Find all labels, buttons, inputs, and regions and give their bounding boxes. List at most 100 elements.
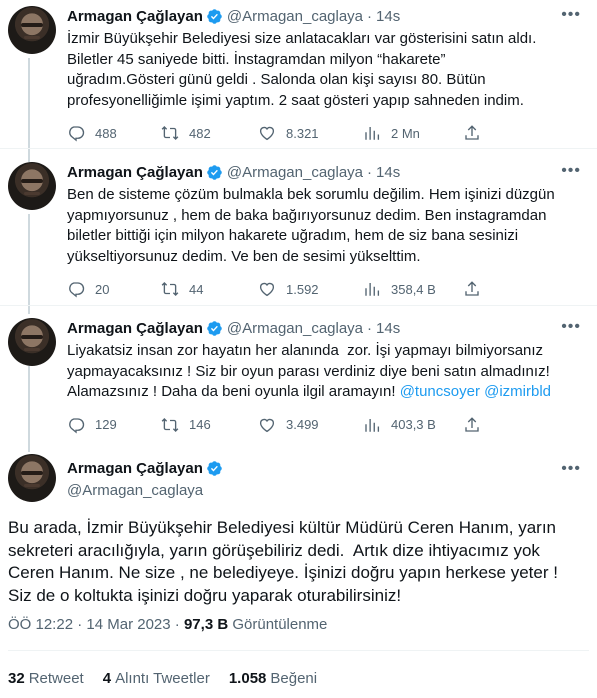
more-options-icon[interactable]: ••• <box>561 6 581 24</box>
separator-dot: · <box>367 7 373 25</box>
divider <box>0 148 597 149</box>
likes-count: 1.058 <box>228 670 267 687</box>
like-button[interactable]: 1.592 <box>258 280 363 298</box>
avatar[interactable] <box>8 454 56 502</box>
retweets-stat[interactable]: 32 Retweet <box>8 670 84 687</box>
reply-button[interactable]: 488 <box>67 124 161 142</box>
quotes-label: Alıntı Tweetler <box>115 670 210 687</box>
reply-button[interactable]: 129 <box>67 416 161 434</box>
analytics-icon <box>365 418 380 432</box>
author-handle[interactable]: @Armagan_caglaya <box>67 482 227 499</box>
reply-count: 129 <box>95 417 117 432</box>
verified-badge-icon <box>207 460 222 476</box>
tweet-text: İzmir Büyükşehir Belediyesi size anlatac… <box>67 30 537 109</box>
retweets-count: 32 <box>8 670 25 687</box>
reply-icon <box>69 417 85 434</box>
separator-dot: · <box>367 163 373 181</box>
quotes-stat[interactable]: 4 Alıntı Tweetler <box>103 670 210 687</box>
reply-icon <box>69 126 85 142</box>
mention-link[interactable]: @tuncsoyer <box>400 383 480 400</box>
more-options-icon[interactable]: ••• <box>561 162 581 180</box>
tweet[interactable]: Armagan Çağlayan @Armagan_caglaya · 14s … <box>0 318 597 437</box>
tweet[interactable]: Armagan Çağlayan @Armagan_caglaya · 14s … <box>0 162 597 301</box>
retweet-count: 146 <box>189 417 211 432</box>
avatar[interactable] <box>8 162 56 210</box>
avatar[interactable] <box>8 6 56 54</box>
likes-label: Beğeni <box>270 670 318 687</box>
share-icon <box>465 281 479 296</box>
tweet-text: Liyakatsiz insan zor hayatın her alanınd… <box>67 341 585 403</box>
separator-dot: · <box>77 616 83 633</box>
engagement-stats: 32 Retweet 4 Alıntı Tweetler 1.058 Beğeni <box>8 670 336 687</box>
tweet-thread: Armagan Çağlayan @Armagan_caglaya · 14s … <box>0 0 597 698</box>
author-name[interactable]: Armagan Çağlayan <box>67 164 203 181</box>
avatar[interactable] <box>8 318 56 366</box>
heart-icon <box>259 418 275 432</box>
tweet-time[interactable]: 14s <box>376 8 400 25</box>
author-name[interactable]: Armagan Çağlayan <box>67 320 203 337</box>
reply-count: 488 <box>95 125 117 141</box>
verified-badge-icon <box>207 320 222 336</box>
views-button[interactable]: 2 Mn <box>363 124 463 142</box>
heart-icon <box>259 282 275 297</box>
share-button[interactable] <box>463 416 491 434</box>
quotes-count: 4 <box>102 670 112 687</box>
share-icon <box>465 416 479 432</box>
like-count: 8.321 <box>286 125 319 141</box>
retweet-icon <box>161 417 179 432</box>
retweet-count: 44 <box>189 281 204 297</box>
author-name[interactable]: Armagan Çağlayan <box>67 8 203 25</box>
tweet-text: Ben de sisteme çözüm bulmakla bek soruml… <box>67 186 555 265</box>
share-icon <box>465 125 479 140</box>
heart-icon <box>259 126 275 141</box>
like-count: 3.499 <box>286 417 319 432</box>
likes-stat[interactable]: 1.058 Beğeni <box>229 670 317 687</box>
retweet-button[interactable]: 44 <box>161 280 258 298</box>
verified-badge-icon <box>207 8 222 24</box>
share-button[interactable] <box>463 280 491 298</box>
tweet-time[interactable]: 14s <box>376 164 400 181</box>
view-count: 403,3 B <box>391 417 436 432</box>
more-options-icon[interactable]: ••• <box>561 460 581 478</box>
like-button[interactable]: 3.499 <box>258 416 363 434</box>
views-button[interactable]: 403,3 B <box>363 416 463 434</box>
author-name[interactable]: Armagan Çağlayan <box>67 460 203 477</box>
verified-badge-icon <box>207 164 222 180</box>
retweet-count: 482 <box>189 125 211 141</box>
views-button[interactable]: 358,4 B <box>363 280 463 298</box>
tweet-header: Armagan Çağlayan @Armagan_caglaya · 14s <box>67 318 585 338</box>
retweet-icon <box>161 282 179 296</box>
mention-link[interactable]: @izmirbld <box>484 383 551 400</box>
views-label: Görüntülenme <box>232 616 328 633</box>
reply-icon <box>69 282 85 298</box>
tweet-date[interactable]: 14 Mar 2023 <box>86 616 170 633</box>
main-tweet-header: Armagan Çağlayan @Armagan_caglaya <box>67 458 227 499</box>
tweet-time[interactable]: ÖÖ 12:22 <box>8 616 73 633</box>
author-handle[interactable]: @Armagan_caglaya <box>227 320 363 337</box>
tweet[interactable]: Armagan Çağlayan @Armagan_caglaya · 14s … <box>0 6 597 145</box>
analytics-icon <box>365 127 380 140</box>
reply-button[interactable]: 20 <box>67 280 161 298</box>
tweet-actions: 488 482 8.321 2 Mn <box>67 121 585 145</box>
retweet-button[interactable]: 146 <box>161 416 258 434</box>
more-options-icon[interactable]: ••• <box>561 318 581 336</box>
views-count: 97,3 B <box>183 616 229 633</box>
analytics-icon <box>365 283 380 296</box>
tweet-timestamp: ÖÖ 12:22 · 14 Mar 2023 · 97,3 B Görüntül… <box>8 616 327 633</box>
tweet-actions: 20 44 1.592 358,4 B <box>67 277 585 301</box>
divider <box>8 650 589 651</box>
reply-count: 20 <box>95 281 110 297</box>
tweet-header: Armagan Çağlayan @Armagan_caglaya · 14s <box>67 6 585 26</box>
retweet-button[interactable]: 482 <box>161 124 258 142</box>
author-handle[interactable]: @Armagan_caglaya <box>227 164 363 181</box>
like-button[interactable]: 8.321 <box>258 124 363 142</box>
author-handle[interactable]: @Armagan_caglaya <box>227 8 363 25</box>
retweet-icon <box>161 126 179 140</box>
main-tweet-text: Bu arada, İzmir Büyükşehir Belediyesi kü… <box>8 518 558 605</box>
share-button[interactable] <box>463 124 491 142</box>
tweet-header: Armagan Çağlayan @Armagan_caglaya · 14s <box>67 162 585 182</box>
view-count: 2 Mn <box>391 125 420 141</box>
separator-dot: · <box>367 319 373 337</box>
tweet-time[interactable]: 14s <box>376 320 400 337</box>
separator-dot: · <box>174 616 180 633</box>
